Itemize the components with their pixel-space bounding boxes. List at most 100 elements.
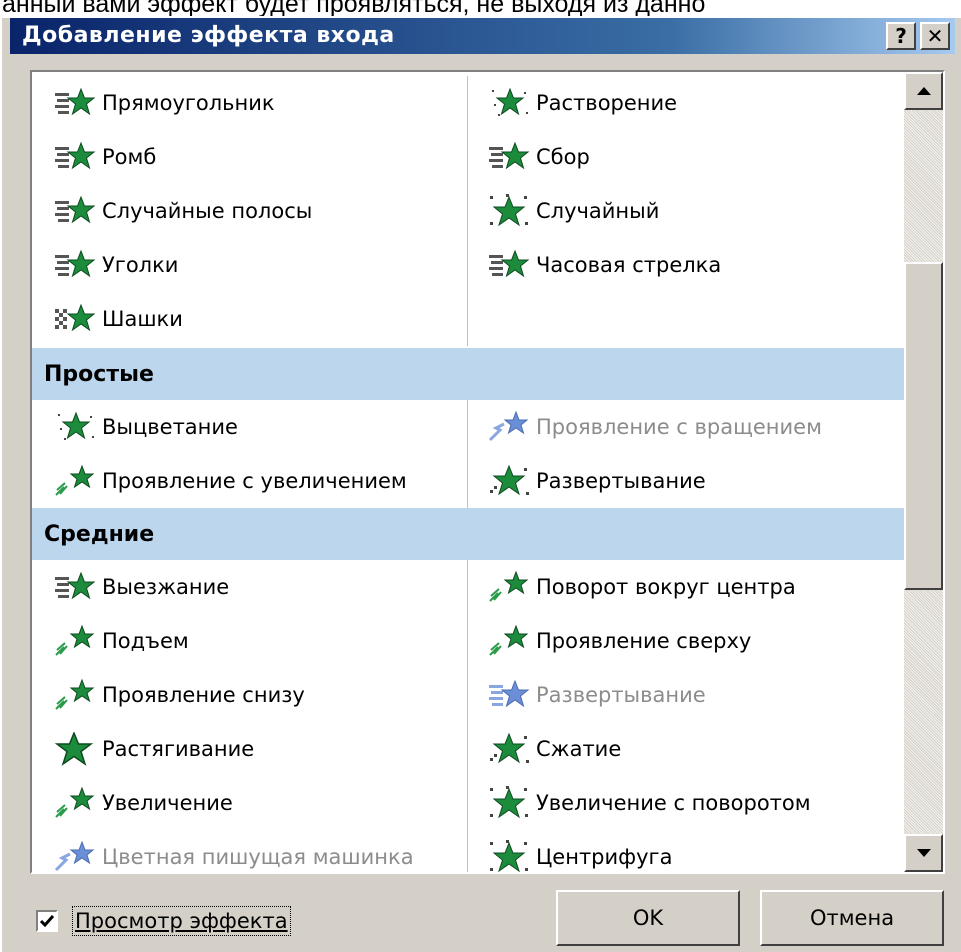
list-item: Ромб Сбор — [32, 130, 904, 184]
effect-label: Центрифуга — [536, 845, 673, 869]
effects-list: Прямоугольник Растворение Ромб Сбор Случ… — [32, 72, 904, 872]
effect-label: Растягивание — [102, 737, 255, 761]
effect-label: Ромб — [102, 145, 157, 169]
effect-item[interactable]: Развертывание — [488, 668, 898, 722]
effect-zoom-icon — [55, 624, 95, 656]
list-item: Проявление с увеличением Развертывание — [32, 454, 904, 508]
effect-label: Развертывание — [536, 683, 706, 707]
effect-label: Проявление с вращением — [536, 415, 822, 439]
effect-item[interactable]: Подъем — [54, 614, 464, 668]
effect-label: Выцветание — [102, 415, 238, 439]
effect-label: Поворот вокруг центра — [536, 575, 796, 599]
effect-item[interactable]: Случайный — [488, 184, 898, 238]
list-item: Выцветание Проявление с вращением — [32, 400, 904, 454]
effect-random-icon — [490, 786, 528, 819]
effect-zoom-icon — [55, 464, 95, 496]
effect-label: Часовая стрелка — [536, 253, 722, 277]
arrow-down-icon — [916, 848, 931, 857]
scroll-up-button[interactable] — [904, 72, 943, 110]
effect-item[interactable]: Выезжание — [54, 560, 464, 614]
effect-item[interactable]: Проявление сверху — [488, 614, 898, 668]
effect-unfold-icon — [490, 732, 529, 764]
effect-item[interactable]: Случайные полосы — [54, 184, 464, 238]
ok-button[interactable]: OK — [556, 890, 740, 946]
effect-item[interactable]: Поворот вокруг центра — [488, 560, 898, 614]
column-divider — [467, 560, 468, 872]
list-item: Прямоугольник Растворение — [32, 76, 904, 130]
checkmark-icon — [40, 915, 54, 927]
effect-stretch-icon — [54, 732, 94, 766]
effect-random-icon — [490, 194, 528, 227]
effect-label: Сжатие — [536, 737, 622, 761]
scroll-thumb[interactable] — [904, 262, 943, 590]
scroll-down-button[interactable] — [904, 834, 943, 872]
effect-unfold-icon — [490, 464, 529, 496]
close-button[interactable]: ✕ — [920, 22, 950, 50]
dialog-title: Добавление эффекта входа — [22, 23, 395, 48]
effect-label: Сбор — [536, 145, 590, 169]
effect-spin-icon-disabled — [488, 410, 529, 442]
effect-bars-icon — [55, 571, 96, 600]
title-bar[interactable]: Добавление эффекта входа ? ✕ — [10, 18, 955, 54]
list-item: Подъем Проявление сверху — [32, 614, 904, 668]
list-item: Растягивание Сжатие — [32, 722, 904, 776]
vertical-scrollbar[interactable] — [904, 72, 943, 872]
effect-item[interactable]: Центрифуга — [488, 830, 898, 872]
effect-bars-icon — [55, 249, 96, 278]
effect-label: Уголки — [102, 253, 179, 277]
effect-item[interactable]: Проявление с увеличением — [54, 454, 464, 508]
effect-item[interactable]: Развертывание — [488, 454, 898, 508]
effect-item[interactable]: Растягивание — [54, 722, 464, 776]
effect-item[interactable]: Сжатие — [488, 722, 898, 776]
effect-item[interactable]: Увеличение — [54, 776, 464, 830]
list-item: Шашки — [32, 292, 904, 346]
effect-item[interactable]: Растворение — [488, 76, 898, 130]
effect-label: Выезжание — [102, 575, 230, 599]
list-item: Случайные полосы Случайный — [32, 184, 904, 238]
preview-checkbox[interactable] — [36, 910, 58, 932]
effect-label: Случайные полосы — [102, 199, 313, 223]
effect-label: Цветная пишущая машинка — [102, 845, 414, 869]
effect-sparkle-icon — [58, 411, 94, 440]
effect-bars-icon — [489, 249, 530, 278]
effect-zoom-icon — [55, 786, 95, 818]
effect-item[interactable]: Увеличение с поворотом — [488, 776, 898, 830]
effect-label: Проявление с увеличением — [102, 469, 407, 493]
help-button[interactable]: ? — [886, 22, 916, 50]
effect-item[interactable]: Ромб — [54, 130, 464, 184]
effect-item[interactable]: Уголки — [54, 238, 464, 292]
category-header-simple: Простые — [32, 348, 904, 400]
column-divider — [467, 76, 468, 346]
effect-label: Развертывание — [536, 469, 706, 493]
effect-zoom-icon — [489, 624, 529, 656]
effects-list-frame: Прямоугольник Растворение Ромб Сбор Случ… — [30, 70, 945, 874]
list-item: Выезжание Поворот вокруг центра — [32, 560, 904, 614]
effect-item[interactable]: Цветная пишущая машинка — [54, 830, 464, 872]
effect-zoom-icon — [55, 678, 95, 710]
effect-label: Шашки — [102, 307, 183, 331]
preview-checkbox-label[interactable]: Просмотр эффекта — [72, 906, 291, 936]
effect-item[interactable]: Проявление снизу — [54, 668, 464, 722]
effect-label: Случайный — [536, 199, 660, 223]
effect-item[interactable]: Часовая стрелка — [488, 238, 898, 292]
arrow-up-icon — [916, 86, 931, 95]
effect-item[interactable]: Выцветание — [54, 400, 464, 454]
effect-bars-icon-disabled — [489, 679, 530, 708]
effect-item[interactable]: Сбор — [488, 130, 898, 184]
category-header-medium: Средние — [32, 508, 904, 560]
effect-label: Подъем — [102, 629, 189, 653]
effect-bars-icon — [55, 195, 96, 224]
effect-label: Проявление сверху — [536, 629, 752, 653]
cancel-button[interactable]: Отмена — [760, 890, 944, 946]
add-entrance-effect-dialog: Добавление эффекта входа ? ✕ Прямоугольн… — [0, 16, 961, 952]
effect-label: Растворение — [536, 91, 678, 115]
effect-item[interactable]: Проявление с вращением — [488, 400, 898, 454]
effect-item[interactable]: Прямоугольник — [54, 76, 464, 130]
column-divider — [467, 400, 468, 508]
preview-effect-option[interactable]: Просмотр эффекта — [36, 906, 291, 936]
effect-bars-icon — [55, 141, 96, 170]
effect-item[interactable]: Шашки — [54, 292, 464, 346]
effect-random-icon — [490, 840, 528, 872]
effect-bars-icon — [489, 141, 530, 170]
effect-label: Прямоугольник — [102, 91, 275, 115]
